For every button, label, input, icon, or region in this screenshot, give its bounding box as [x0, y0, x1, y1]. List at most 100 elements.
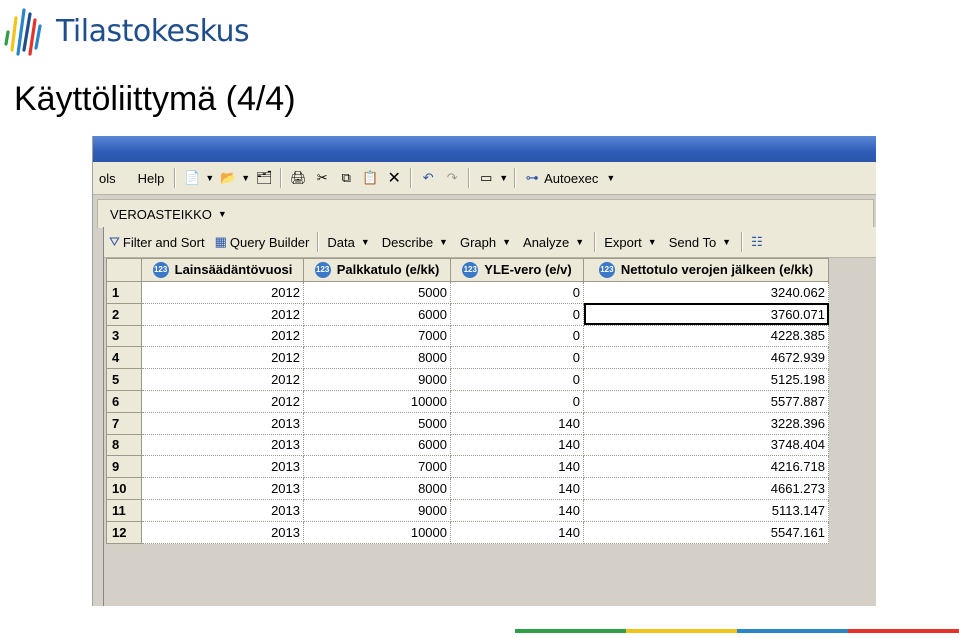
cut-icon[interactable]: ✂	[313, 169, 331, 187]
cell-net[interactable]: 3240.062	[583, 281, 829, 304]
table-row[interactable]: 10 2013 8000 140 4661.273	[106, 477, 829, 500]
cell-pay[interactable]: 10000	[303, 520, 451, 544]
table-row[interactable]: 11 2013 9000 140 5113.147	[106, 498, 829, 522]
row-number[interactable]: 3	[106, 324, 142, 348]
properties-icon[interactable]: ☷	[746, 234, 768, 250]
cell-net[interactable]: 5113.147	[583, 498, 829, 522]
cell-net[interactable]: 5547.161	[583, 520, 829, 544]
cell-net[interactable]: 3760.071	[583, 302, 829, 326]
row-number[interactable]: 1	[106, 281, 142, 304]
undo-icon[interactable]: ↶	[419, 169, 437, 187]
data-menu-button[interactable]: Data ▼	[322, 235, 376, 250]
column-header-yle[interactable]: 123 YLE-vero (e/v)	[450, 258, 584, 282]
import-icon[interactable]: 🗂	[255, 169, 273, 187]
column-header-year[interactable]: 123 Lainsäädäntövuosi	[141, 258, 304, 282]
cell-year[interactable]: 2013	[141, 411, 304, 435]
export-menu-button[interactable]: Export ▼	[599, 235, 664, 250]
column-header-pay[interactable]: 123 Palkkatulo (e/kk)	[303, 258, 451, 282]
table-row[interactable]: 7 2013 5000 140 3228.396	[106, 411, 829, 435]
window-icon[interactable]: ▭	[477, 169, 495, 187]
row-number[interactable]: 9	[106, 455, 142, 479]
print-icon[interactable]: 🖨	[289, 169, 307, 187]
row-number[interactable]: 8	[106, 433, 142, 457]
cell-pay[interactable]: 6000	[303, 433, 451, 457]
delete-icon[interactable]: ✕	[385, 169, 403, 187]
cell-net[interactable]: 4216.718	[583, 455, 829, 479]
cell-yle[interactable]: 140	[450, 498, 584, 522]
cell-yle[interactable]: 0	[450, 346, 584, 370]
autoexec-button[interactable]: Autoexec	[544, 171, 598, 186]
column-header-net[interactable]: 123 Nettotulo verojen jälkeen (e/kk)	[583, 258, 829, 282]
cell-year[interactable]: 2013	[141, 477, 304, 500]
cell-pay[interactable]: 5000	[303, 281, 451, 304]
row-number[interactable]: 5	[106, 368, 142, 391]
cell-yle[interactable]: 0	[450, 281, 584, 304]
cell-yle[interactable]: 140	[450, 411, 584, 435]
chevron-down-icon[interactable]: ▼	[241, 173, 250, 183]
row-number[interactable]: 4	[106, 346, 142, 370]
graph-menu-button[interactable]: Graph ▼	[455, 235, 518, 250]
cell-pay[interactable]: 8000	[303, 346, 451, 370]
cell-net[interactable]: 4672.939	[583, 346, 829, 370]
tab-veroasteikko[interactable]: VEROASTEIKKO	[98, 207, 212, 222]
cell-yle[interactable]: 0	[450, 368, 584, 391]
cell-yle[interactable]: 140	[450, 455, 584, 479]
chevron-down-icon[interactable]: ▼	[205, 173, 214, 183]
cell-pay[interactable]: 7000	[303, 455, 451, 479]
cell-year[interactable]: 2013	[141, 498, 304, 522]
cell-yle[interactable]: 0	[450, 302, 584, 326]
cell-yle[interactable]: 0	[450, 324, 584, 348]
redo-icon[interactable]: ↷	[443, 169, 461, 187]
table-row[interactable]: 12 2013 10000 140 5547.161	[106, 520, 829, 544]
row-header-corner[interactable]	[106, 258, 142, 282]
cell-yle[interactable]: 140	[450, 477, 584, 500]
cell-year[interactable]: 2012	[141, 324, 304, 348]
cell-pay[interactable]: 7000	[303, 324, 451, 348]
cell-pay[interactable]: 10000	[303, 389, 451, 413]
query-builder-button[interactable]: ▦ Query Builder	[210, 234, 315, 250]
open-folder-icon[interactable]: 📂	[219, 169, 237, 187]
filter-sort-button[interactable]: ⛛ Filter and Sort	[104, 234, 210, 250]
cell-year[interactable]: 2013	[141, 520, 304, 544]
row-number[interactable]: 7	[106, 411, 142, 435]
chevron-down-icon[interactable]: ▼	[499, 173, 508, 183]
describe-menu-button[interactable]: Describe ▼	[377, 235, 455, 250]
table-row[interactable]: 9 2013 7000 140 4216.718	[106, 455, 829, 479]
menu-help[interactable]: Help	[132, 171, 171, 186]
cell-year[interactable]: 2012	[141, 346, 304, 370]
table-row[interactable]: 4 2012 8000 0 4672.939	[106, 346, 829, 370]
cell-year[interactable]: 2012	[141, 281, 304, 304]
cell-net[interactable]: 4661.273	[583, 477, 829, 500]
cell-pay[interactable]: 5000	[303, 411, 451, 435]
table-row[interactable]: 6 2012 10000 0 5577.887	[106, 389, 829, 413]
cell-yle[interactable]: 140	[450, 433, 584, 457]
cell-net[interactable]: 3748.404	[583, 433, 829, 457]
cell-pay[interactable]: 9000	[303, 498, 451, 522]
row-number[interactable]: 2	[106, 302, 142, 326]
send-to-menu-button[interactable]: Send To ▼	[664, 235, 738, 250]
table-row[interactable]: 3 2012 7000 0 4228.385	[106, 324, 829, 348]
cell-year[interactable]: 2013	[141, 455, 304, 479]
cell-pay[interactable]: 8000	[303, 477, 451, 500]
cell-net[interactable]: 5125.198	[583, 368, 829, 391]
process-flow-icon[interactable]: ⊶	[523, 169, 541, 187]
table-row[interactable]: 8 2013 6000 140 3748.404	[106, 433, 829, 457]
table-row[interactable]: 1 2012 5000 0 3240.062	[106, 281, 829, 304]
cell-year[interactable]: 2012	[141, 368, 304, 391]
row-number[interactable]: 11	[106, 498, 142, 522]
cell-net[interactable]: 3228.396	[583, 411, 829, 435]
cell-yle[interactable]: 140	[450, 520, 584, 544]
cell-year[interactable]: 2012	[141, 389, 304, 413]
paste-icon[interactable]: 📋	[361, 169, 379, 187]
row-number[interactable]: 6	[106, 389, 142, 413]
cell-year[interactable]: 2012	[141, 302, 304, 326]
analyze-menu-button[interactable]: Analyze ▼	[518, 235, 591, 250]
new-icon[interactable]: 📄	[183, 169, 201, 187]
cell-net[interactable]: 4228.385	[583, 324, 829, 348]
project-tab[interactable]: VEROASTEIKKO ▼	[97, 199, 874, 228]
chevron-down-icon[interactable]: ▼	[606, 173, 615, 183]
copy-icon[interactable]: ⧉	[337, 169, 355, 187]
row-number[interactable]: 10	[106, 477, 142, 500]
cell-yle[interactable]: 0	[450, 389, 584, 413]
cell-year[interactable]: 2013	[141, 433, 304, 457]
